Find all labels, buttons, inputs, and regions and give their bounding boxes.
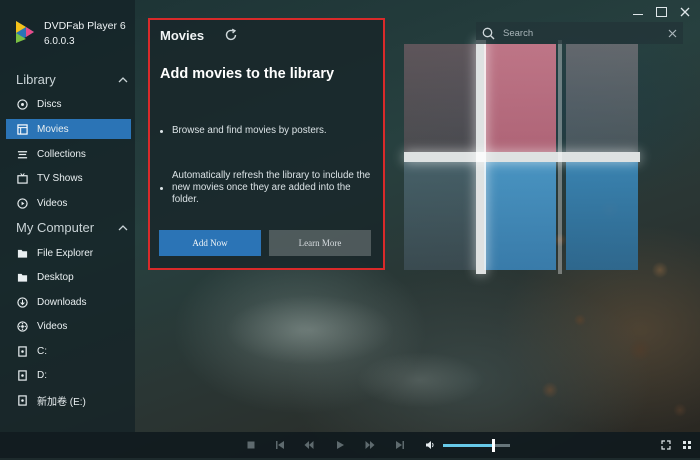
clear-search-icon[interactable] <box>668 29 677 38</box>
volume-thumb[interactable] <box>492 439 496 452</box>
player-bar <box>0 432 700 458</box>
section-library-label: Library <box>16 72 56 87</box>
pane <box>566 44 638 152</box>
movies-panel: Movies Add movies to the library Browse … <box>148 18 385 270</box>
refresh-icon[interactable] <box>224 28 238 42</box>
drive-icon <box>16 369 28 381</box>
next-icon[interactable] <box>394 439 406 451</box>
sidebar-item-label: Videos <box>37 197 68 209</box>
sidebar-item-label: Videos <box>37 320 68 332</box>
sidebar-item-label: TV Shows <box>37 172 83 184</box>
video-icon <box>16 320 28 332</box>
video-icon <box>16 197 28 209</box>
app-version: 6.0.0.3 <box>44 36 75 47</box>
disc-icon <box>16 98 28 110</box>
sidebar-item-downloads[interactable]: Downloads <box>6 292 131 312</box>
sidebar-item-movies[interactable]: Movies <box>6 119 131 139</box>
section-my-computer-label: My Computer <box>16 220 95 235</box>
panel-bullet-text: Browse and find movies by posters. <box>172 125 327 136</box>
dvdfab-logo-icon <box>16 21 34 43</box>
volume-fill <box>443 444 494 447</box>
volume-icon[interactable] <box>424 439 436 451</box>
sidebar-item-label: D: <box>37 369 47 381</box>
pane <box>566 162 638 270</box>
panel-bullet: Automatically refresh the library to inc… <box>160 170 375 206</box>
sidebar-item-videos[interactable]: Videos <box>6 193 131 213</box>
movie-icon <box>16 123 28 135</box>
close-icon[interactable] <box>676 4 694 20</box>
search-input[interactable] <box>501 26 668 40</box>
pane-divider <box>558 40 562 274</box>
pane <box>484 44 556 152</box>
tv-icon <box>16 172 28 184</box>
sidebar-item-drive-e[interactable]: 新加卷 (E:) <box>6 390 131 410</box>
sidebar-item-label: Collections <box>37 148 86 160</box>
volume-slider[interactable] <box>443 439 510 452</box>
sidebar-item-drive-d[interactable]: D: <box>6 365 131 385</box>
sidebar-item-file-explorer[interactable]: File Explorer <box>6 243 131 263</box>
panel-title: Movies <box>160 28 205 43</box>
background-surf <box>160 260 540 460</box>
minimize-icon[interactable] <box>629 4 647 20</box>
menu-icon[interactable] <box>681 439 693 451</box>
fast-forward-icon[interactable] <box>364 439 376 451</box>
section-library[interactable]: Library <box>16 72 128 87</box>
maximize-icon[interactable] <box>652 4 670 20</box>
sidebar-item-label: Desktop <box>37 271 74 283</box>
stop-icon[interactable] <box>245 439 257 451</box>
sidebar-item-label: File Explorer <box>37 247 94 259</box>
pane-divider <box>404 152 640 162</box>
chevron-up-icon[interactable] <box>118 224 128 231</box>
sidebar-item-label: Movies <box>37 123 69 135</box>
sidebar-item-discs[interactable]: Discs <box>6 94 131 114</box>
previous-icon[interactable] <box>274 439 286 451</box>
pane <box>484 162 556 270</box>
sidebar-item-label: C: <box>37 345 47 357</box>
app-brand: DVDFab Player 6 6.0.0.3 <box>14 18 126 50</box>
pane <box>404 44 476 152</box>
sidebar-item-tv-shows[interactable]: TV Shows <box>6 168 131 188</box>
app-name: DVDFab Player 6 <box>44 20 126 32</box>
search-icon[interactable] <box>482 27 495 40</box>
panel-bullet: Browse and find movies by posters. <box>160 125 375 137</box>
sidebar-item-label: Discs <box>37 98 62 110</box>
collections-icon <box>16 148 28 160</box>
sidebar-item-computer-videos[interactable]: Videos <box>6 316 131 336</box>
sidebar-item-label: Downloads <box>37 296 87 308</box>
fullscreen-icon[interactable] <box>660 439 672 451</box>
section-my-computer[interactable]: My Computer <box>16 220 128 235</box>
sidebar-item-desktop[interactable]: Desktop <box>6 267 131 287</box>
folder-icon <box>16 247 28 259</box>
panel-bullet-text: Automatically refresh the library to inc… <box>172 170 371 205</box>
add-now-button[interactable]: Add Now <box>159 230 261 256</box>
download-icon <box>16 296 28 308</box>
chevron-up-icon[interactable] <box>118 76 128 83</box>
sidebar-item-drive-c[interactable]: C: <box>6 341 131 361</box>
play-icon[interactable] <box>334 439 346 451</box>
rewind-icon[interactable] <box>303 439 315 451</box>
desktop-folder-icon <box>16 271 28 283</box>
search-box <box>476 22 683 44</box>
drive-icon <box>16 394 28 406</box>
panel-heading: Add movies to the library <box>160 66 335 82</box>
sidebar-item-collections[interactable]: Collections <box>6 144 131 164</box>
sidebar-item-label: 新加卷 (E:) <box>37 396 86 408</box>
sidebar: DVDFab Player 6 6.0.0.3 Library Discs Mo… <box>0 0 135 432</box>
drive-icon <box>16 345 28 357</box>
pane <box>404 162 476 270</box>
learn-more-button[interactable]: Learn More <box>269 230 371 256</box>
